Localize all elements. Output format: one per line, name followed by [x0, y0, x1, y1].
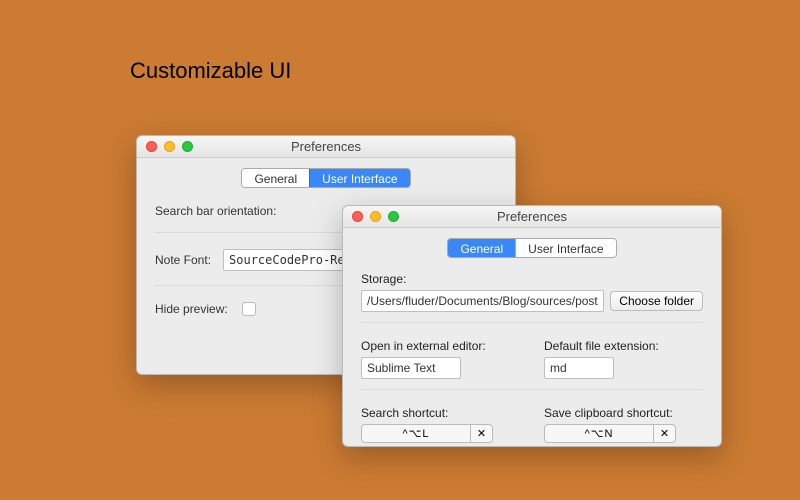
- window-title: Preferences: [497, 209, 567, 224]
- close-icon[interactable]: [146, 141, 157, 152]
- tab-bar: General User Interface: [241, 168, 410, 188]
- window-title: Preferences: [291, 139, 361, 154]
- zoom-icon[interactable]: [182, 141, 193, 152]
- default-ext-label: Default file extension:: [544, 339, 703, 353]
- tab-user-interface[interactable]: User Interface: [309, 169, 409, 187]
- preferences-window-general: Preferences General User Interface Stora…: [342, 205, 722, 447]
- close-icon[interactable]: [352, 211, 363, 222]
- tab-bar: General User Interface: [447, 238, 616, 258]
- clear-shortcut-button[interactable]: ✕: [654, 424, 676, 443]
- page-title: Customizable UI: [130, 58, 291, 84]
- storage-label: Storage:: [361, 272, 703, 286]
- titlebar: Preferences: [137, 136, 515, 158]
- save-clipboard-shortcut-recorder[interactable]: ^⌥N: [544, 424, 654, 443]
- clear-shortcut-button[interactable]: ✕: [471, 424, 493, 443]
- storage-path-input[interactable]: [361, 290, 604, 312]
- minimize-icon[interactable]: [164, 141, 175, 152]
- default-ext-input[interactable]: [544, 357, 614, 379]
- open-external-label: Open in external editor:: [361, 339, 520, 353]
- search-shortcut-recorder[interactable]: ^⌥L: [361, 424, 471, 443]
- choose-folder-button[interactable]: Choose folder: [610, 291, 703, 311]
- hide-preview-checkbox[interactable]: [242, 302, 256, 316]
- search-shortcut-label: Search shortcut:: [361, 406, 520, 420]
- titlebar: Preferences: [343, 206, 721, 228]
- note-font-label: Note Font:: [155, 253, 211, 267]
- save-clipboard-shortcut-label: Save clipboard shortcut:: [544, 406, 703, 420]
- tab-general[interactable]: General: [448, 239, 515, 257]
- minimize-icon[interactable]: [370, 211, 381, 222]
- external-editor-input[interactable]: [361, 357, 461, 379]
- tab-user-interface[interactable]: User Interface: [515, 239, 615, 257]
- search-bar-orientation-label: Search bar orientation:: [155, 204, 276, 218]
- hide-preview-label: Hide preview:: [155, 302, 228, 316]
- tab-general[interactable]: General: [242, 169, 309, 187]
- zoom-icon[interactable]: [388, 211, 399, 222]
